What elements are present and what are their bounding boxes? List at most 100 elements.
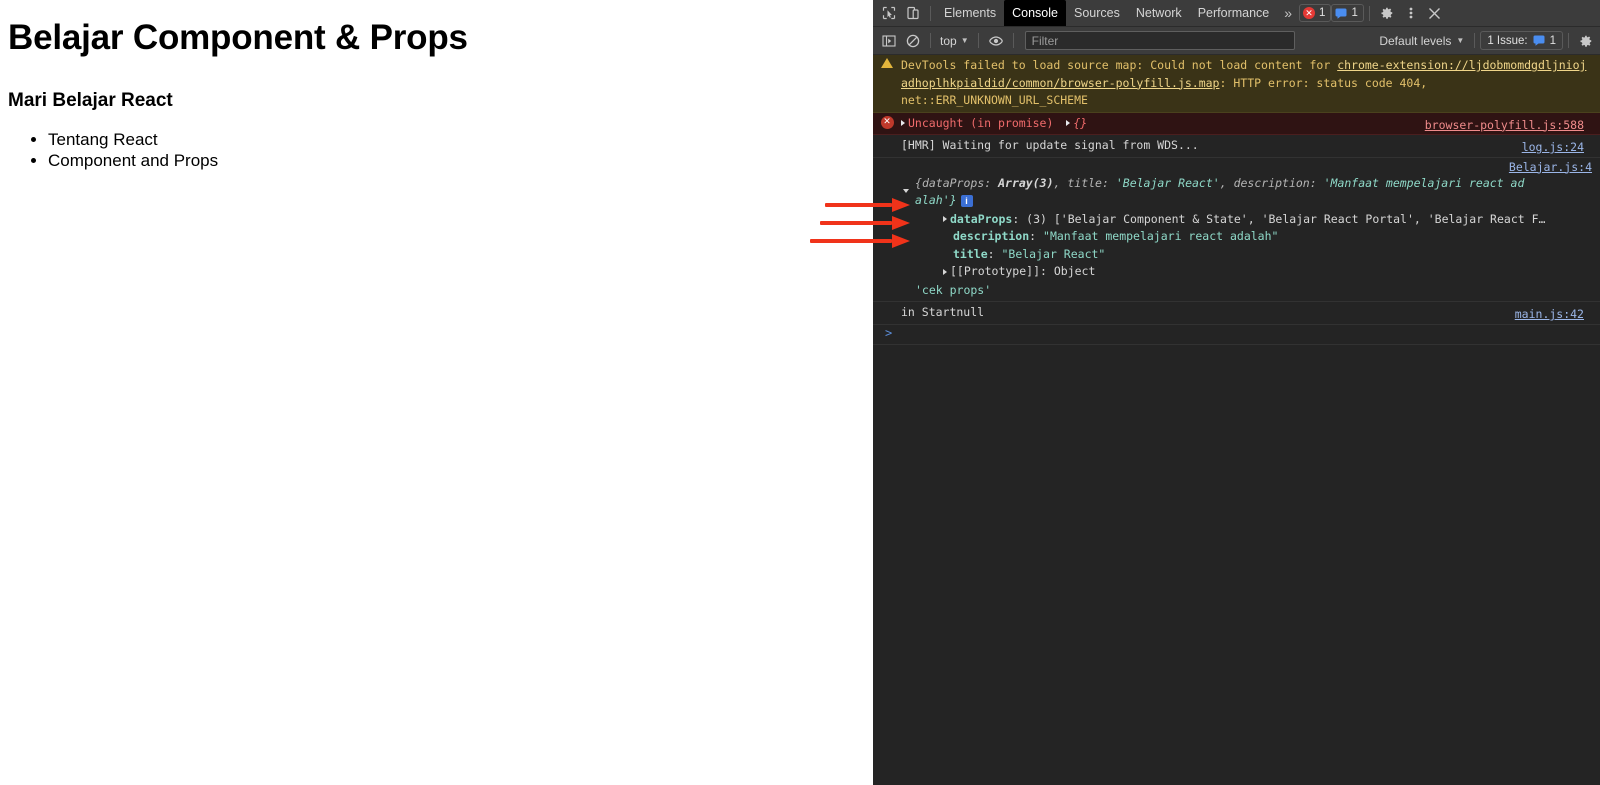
- expand-triangle-dataprops-icon[interactable]: [943, 216, 947, 222]
- obj-key-dataprops: dataProps: [921, 175, 985, 190]
- issues-badge[interactable]: 1 Issue: 1: [1480, 31, 1563, 50]
- prop-key-label: description: [953, 229, 1030, 243]
- obj-comma-2: ,: [1219, 175, 1234, 190]
- close-icon[interactable]: [1423, 1, 1447, 25]
- tab-console[interactable]: Console: [1004, 0, 1066, 26]
- tab-network[interactable]: Network: [1128, 0, 1190, 26]
- prototype-label: [[Prototype]]: Object: [950, 264, 1096, 278]
- object-prop-title[interactable]: title: "Belajar React": [901, 246, 1600, 264]
- error-count-badge[interactable]: ✕ 1: [1299, 4, 1332, 22]
- context-selector[interactable]: top ▼: [936, 34, 973, 48]
- more-vertical-icon[interactable]: [1399, 1, 1423, 25]
- error-gutter: ✕: [873, 115, 901, 133]
- console-hmr-row[interactable]: [HMR] Waiting for update signal from WDS…: [873, 135, 1600, 158]
- issue-bubble-icon: [1533, 35, 1545, 46]
- obj-colon-3: :: [1309, 175, 1324, 190]
- error-count-label: 1: [1319, 7, 1326, 19]
- error-text: Uncaught (in promise): [908, 115, 1054, 130]
- list-item: Tentang React: [48, 130, 865, 150]
- more-tabs-button[interactable]: »: [1277, 5, 1299, 21]
- context-selector-label: top: [940, 33, 957, 48]
- screen-root: Belajar Component & Props Mari Belajar R…: [0, 0, 1600, 785]
- object-prototype-row[interactable]: [[Prototype]]: Object: [901, 263, 1600, 281]
- warning-text-part1: DevTools failed to load source map: Coul…: [901, 58, 1338, 72]
- startnull-body: in Startnull main.js:42: [901, 304, 1592, 322]
- obj-colon-1: :: [984, 175, 999, 190]
- filterbar-divider-4: [1474, 33, 1476, 48]
- console-prompt-row[interactable]: >: [873, 325, 1600, 345]
- filterbar-divider-3: [1012, 33, 1014, 48]
- expand-triangle-icon[interactable]: [901, 120, 905, 126]
- hmr-text: [HMR] Waiting for update signal from WDS…: [901, 138, 1199, 152]
- obj-comma-1: ,: [1053, 175, 1068, 190]
- tab-sources[interactable]: Sources: [1066, 0, 1128, 26]
- log-levels-selector[interactable]: Default levels ▼: [1374, 34, 1469, 48]
- live-expression-eye-icon[interactable]: [984, 29, 1008, 53]
- toolbar-divider-2: [1368, 5, 1370, 21]
- object-prop-dataprops[interactable]: dataProps: (3) ['Belajar Component & Sta…: [901, 211, 1600, 229]
- hmr-gutter: [873, 137, 901, 155]
- error-source-link[interactable]: browser-polyfill.js:588: [1425, 117, 1584, 135]
- gear-icon[interactable]: [1375, 1, 1399, 25]
- hmr-body: [HMR] Waiting for update signal from WDS…: [901, 137, 1592, 155]
- cek-props-row: 'cek props': [901, 282, 1600, 300]
- prop-key-label: dataProps: [950, 211, 1013, 226]
- console-object-row[interactable]: Belajar.js:4 {dataProps: Array(3), title…: [873, 158, 1600, 302]
- settings-gear-icon[interactable]: [1574, 29, 1598, 53]
- warning-gutter: [873, 57, 901, 110]
- rendered-page: Belajar Component & Props Mari Belajar R…: [0, 0, 873, 785]
- info-badge-icon[interactable]: i: [960, 194, 973, 207]
- object-source-link[interactable]: Belajar.js:4: [1509, 159, 1592, 177]
- prop-value-label: (3) ['Belajar Component & State', 'Belaj…: [1026, 211, 1546, 226]
- issues-label: 1 Issue:: [1487, 34, 1528, 47]
- obj-val-array3: Array(3): [998, 175, 1054, 190]
- console-output[interactable]: DevTools failed to load source map: Coul…: [873, 55, 1600, 785]
- object-summary-line1: {dataProps: Array(3), title: 'Belajar Re…: [901, 175, 1600, 193]
- message-bubble-icon: [1335, 8, 1347, 19]
- object-prop-description[interactable]: description: "Manfaat mempelajari react …: [901, 228, 1600, 246]
- tab-performance[interactable]: Performance: [1190, 0, 1278, 26]
- page-list: Tentang React Component and Props: [8, 130, 865, 171]
- issues-count: 1: [1549, 34, 1556, 47]
- chevron-down-icon: ▼: [960, 36, 969, 45]
- devtools-tabbar: Elements Console Sources Network Perform…: [873, 0, 1600, 27]
- object-summary-line2: alah'} i: [901, 192, 1600, 210]
- warning-body: DevTools failed to load source map: Coul…: [901, 57, 1592, 110]
- clear-console-icon[interactable]: [901, 29, 925, 53]
- filter-input[interactable]: [1024, 31, 1295, 50]
- page-title: Belajar Component & Props: [8, 18, 468, 57]
- obj-val-description: 'Manfaat mempelajari react ad: [1323, 175, 1525, 190]
- filterbar-divider: [930, 33, 931, 48]
- hmr-source-link[interactable]: log.js:24: [1522, 139, 1584, 157]
- error-circle-icon: ✕: [880, 115, 894, 129]
- list-item: Component and Props: [48, 151, 865, 171]
- page-subtitle: Mari Belajar React: [8, 90, 173, 112]
- message-count-badge[interactable]: 1: [1331, 4, 1364, 22]
- obj-brace-open: {: [915, 175, 922, 190]
- error-body: Uncaught (in promise) {} browser-polyfil…: [901, 115, 1592, 133]
- error-object: {}: [1073, 115, 1088, 130]
- error-circle-icon: ✕: [1303, 7, 1316, 19]
- warning-triangle-icon: [881, 58, 893, 68]
- obj-key-title: title: [1067, 175, 1102, 190]
- device-toolbar-icon[interactable]: [901, 1, 925, 25]
- console-startnull-row[interactable]: in Startnull main.js:42: [873, 302, 1600, 325]
- expand-triangle-prototype-icon[interactable]: [943, 268, 947, 275]
- expand-triangle-icon-obj[interactable]: [1066, 120, 1071, 126]
- filterbar-divider-5: [1568, 33, 1569, 48]
- obj-summary-tail: alah'}: [915, 193, 957, 207]
- tab-elements[interactable]: Elements: [936, 0, 1004, 26]
- chevron-down-icon-levels: ▼: [1456, 36, 1465, 45]
- filterbar-divider-2: [977, 33, 979, 48]
- console-error-row[interactable]: ✕ Uncaught (in promise) {} browser-polyf…: [873, 112, 1600, 135]
- prompt-caret-icon: >: [885, 326, 893, 341]
- obj-colon-2: :: [1101, 175, 1116, 190]
- devtools-panel: Elements Console Sources Network Perform…: [873, 0, 1600, 785]
- console-sidebar-icon[interactable]: [877, 29, 901, 53]
- console-warning-row[interactable]: DevTools failed to load source map: Coul…: [873, 55, 1600, 113]
- startnull-gutter: [873, 304, 901, 322]
- message-count-label: 1: [1351, 7, 1358, 19]
- inspect-cursor-icon[interactable]: [877, 1, 901, 25]
- collapse-triangle-icon[interactable]: [903, 183, 912, 201]
- startnull-source-link[interactable]: main.js:42: [1515, 306, 1584, 324]
